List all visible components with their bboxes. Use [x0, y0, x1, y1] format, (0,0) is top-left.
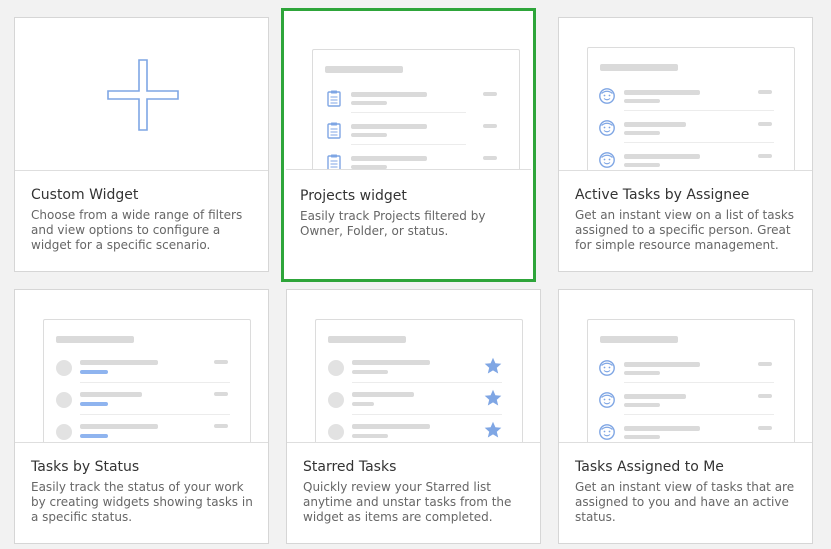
widget-preview	[559, 290, 812, 443]
smiley-icon	[599, 88, 615, 104]
widget-preview	[559, 18, 812, 171]
widget-description: Choose from a wide range of filters and …	[31, 208, 243, 252]
widget-card-tasks-assigned-to-me[interactable]: Tasks Assigned to Me Get an instant view…	[558, 289, 813, 544]
widget-title: Custom Widget	[31, 187, 139, 203]
widget-description: Quickly review your Starred list anytime…	[303, 480, 512, 524]
status-circle	[328, 360, 344, 376]
widget-card-starred-tasks[interactable]: Starred Tasks Quickly review your Starre…	[286, 289, 541, 544]
widget-mock-panel	[587, 319, 795, 442]
status-circle	[328, 424, 344, 440]
smiley-icon	[599, 424, 615, 440]
widget-preview	[286, 17, 531, 170]
widget-preview	[15, 290, 268, 443]
widget-title: Active Tasks by Assignee	[575, 187, 750, 203]
status-circle	[56, 392, 72, 408]
widget-description: Get an instant view of tasks that are as…	[575, 480, 795, 524]
widget-title: Tasks Assigned to Me	[575, 459, 724, 475]
widget-preview	[15, 18, 268, 171]
smiley-icon	[599, 120, 615, 136]
widget-preview	[287, 290, 540, 443]
status-circle	[56, 424, 72, 440]
star-icon	[484, 357, 502, 374]
status-circle	[56, 360, 72, 376]
widget-description: Get an instant view on a list of tasks a…	[575, 208, 795, 252]
plus-icon	[107, 59, 179, 131]
smiley-icon	[599, 152, 615, 168]
widget-card-projects[interactable]: Projects widget Easily track Projects fi…	[281, 8, 536, 282]
smiley-icon	[599, 360, 615, 376]
widget-description: Easily track the status of your work by …	[31, 480, 253, 524]
clipboard-icon	[327, 154, 341, 169]
status-circle	[328, 392, 344, 408]
widget-mock-panel	[315, 319, 523, 442]
widget-mock-panel	[312, 49, 520, 169]
widget-mock-panel	[43, 319, 251, 442]
clipboard-icon	[327, 90, 341, 107]
widget-title: Starred Tasks	[303, 459, 397, 475]
smiley-icon	[599, 392, 615, 408]
star-icon	[484, 421, 502, 438]
widget-mock-panel	[587, 47, 795, 170]
widget-title: Projects widget	[300, 188, 407, 204]
widget-card-tasks-by-status[interactable]: Tasks by Status Easily track the status …	[14, 289, 269, 544]
widget-card-custom[interactable]: Custom Widget Choose from a wide range o…	[14, 17, 269, 272]
star-icon	[484, 389, 502, 406]
widget-card-active-tasks-by-assignee[interactable]: Active Tasks by Assignee Get an instant …	[558, 17, 813, 272]
widget-description: Easily track Projects filtered by Owner,…	[300, 209, 486, 238]
widget-title: Tasks by Status	[31, 459, 140, 475]
clipboard-icon	[327, 122, 341, 139]
